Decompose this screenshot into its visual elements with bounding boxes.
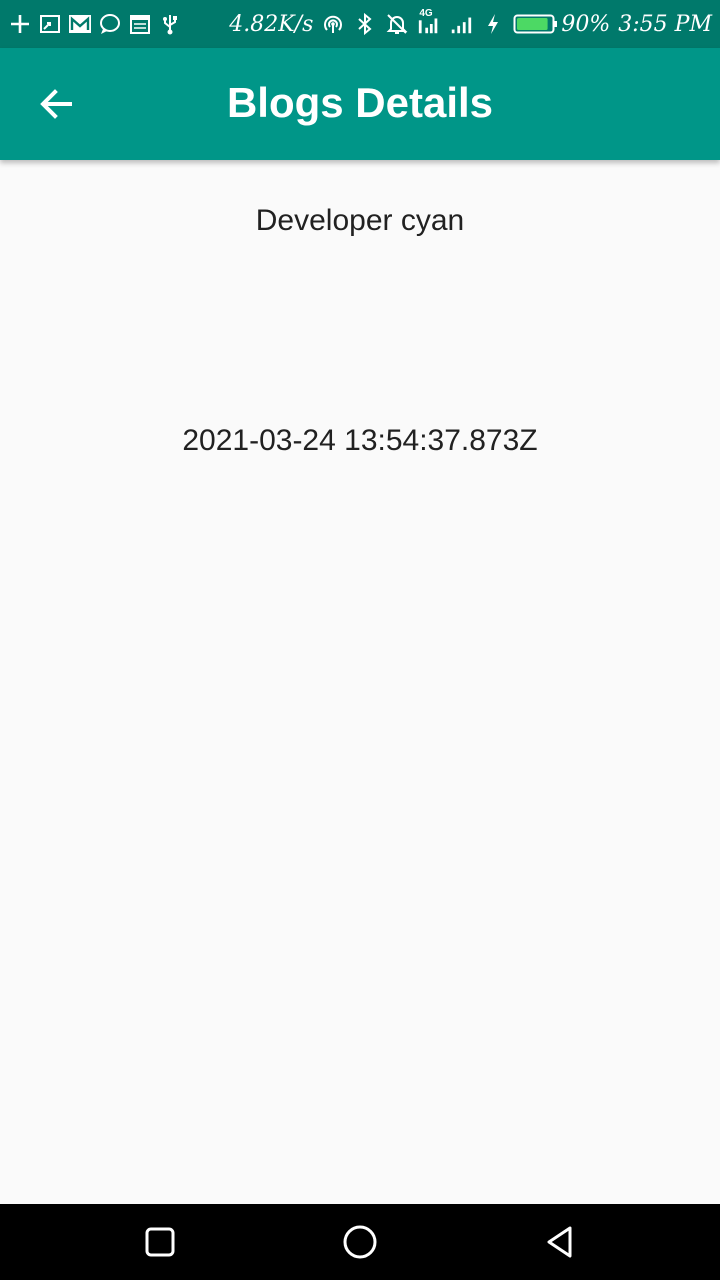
calendar-icon <box>128 12 152 36</box>
home-button[interactable] <box>336 1218 384 1266</box>
bluetooth-icon <box>353 12 377 36</box>
nav-back-button[interactable] <box>536 1218 584 1266</box>
status-bar-system: 4.82K/s 4G 90% 3:55 PM <box>229 8 712 37</box>
network-speed: 4.82K/s <box>229 11 314 37</box>
battery-percentage: 90% <box>561 11 611 37</box>
blog-detail-content: Developer cyan 2021-03-24 13:54:37.873Z <box>0 160 720 1204</box>
battery-icon <box>513 12 559 36</box>
page-title: Blogs Details <box>226 79 494 126</box>
recents-square-icon <box>145 1227 175 1257</box>
add-icon <box>8 12 32 36</box>
gmail-icon <box>68 12 92 36</box>
home-circle-icon <box>343 1225 377 1259</box>
hotspot-icon <box>321 12 345 36</box>
back-button[interactable] <box>24 76 88 132</box>
arrow-back-icon <box>40 89 72 119</box>
recents-button[interactable] <box>136 1218 184 1266</box>
charging-icon <box>481 12 505 36</box>
clock-time: 3:55 PM <box>618 11 712 37</box>
blog-timestamp: 2021-03-24 13:54:37.873Z <box>182 424 538 457</box>
status-bar-notifications <box>8 12 182 36</box>
notifications-off-icon <box>385 12 409 36</box>
message-icon <box>98 12 122 36</box>
back-triangle-icon <box>547 1226 572 1258</box>
system-nav-bar <box>0 1204 720 1280</box>
signal-4g-icon: 4G <box>417 8 441 36</box>
signal-icon <box>449 12 473 36</box>
blog-author: Developer cyan <box>255 204 465 237</box>
cast-icon <box>38 12 62 36</box>
usb-icon <box>158 12 182 36</box>
app-bar: Blogs Details <box>0 48 720 160</box>
network-type: 4G <box>419 8 433 19</box>
status-bar: 4.82K/s 4G 90% 3:55 PM <box>0 0 720 48</box>
